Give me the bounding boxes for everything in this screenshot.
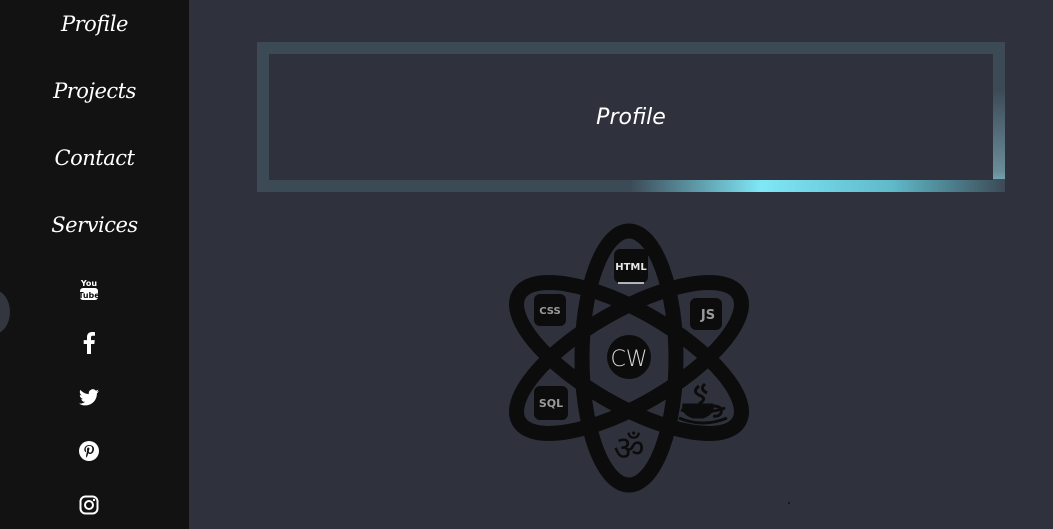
html-badge: HTML: [615, 262, 647, 273]
sidebar: Profile Projects Contact Services You Tu…: [0, 0, 189, 529]
facebook-icon[interactable]: [74, 328, 104, 358]
logo-monogram: CW: [610, 347, 647, 372]
java-icon: [678, 382, 728, 425]
js-badge: JS: [700, 308, 715, 323]
decorative-dot: [788, 502, 790, 504]
svg-text:You: You: [80, 279, 98, 288]
svg-text:Tube: Tube: [79, 291, 99, 300]
nav-profile[interactable]: Profile: [0, 12, 189, 36]
nav-contact[interactable]: Contact: [0, 146, 189, 170]
instagram-icon[interactable]: [74, 490, 104, 520]
sql-badge: SQL: [539, 397, 563, 410]
om-icon: ॐ: [613, 429, 644, 469]
twitter-icon[interactable]: [74, 382, 104, 412]
title-box: Profile: [269, 54, 993, 180]
title-glow: [630, 179, 1005, 192]
title-glow-right: [992, 90, 1005, 192]
nav-projects[interactable]: Projects: [0, 79, 189, 103]
nav-services[interactable]: Services: [0, 213, 189, 237]
page-title: Profile: [596, 104, 666, 130]
cw-logo: CW HTML CSS JS SQL ॐ: [509, 223, 749, 493]
pinterest-icon[interactable]: [74, 436, 104, 466]
css-badge: CSS: [539, 306, 560, 317]
youtube-icon[interactable]: You Tube: [74, 274, 104, 304]
